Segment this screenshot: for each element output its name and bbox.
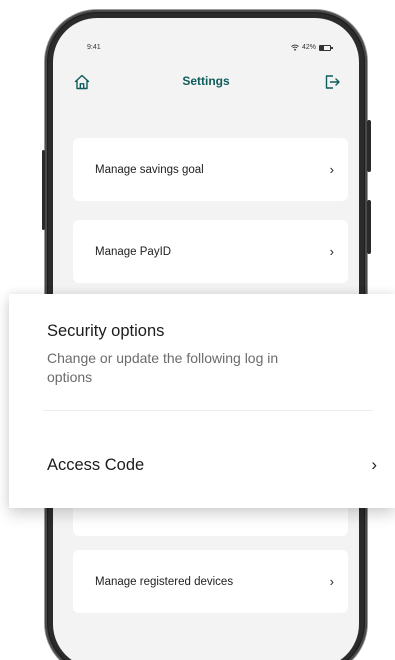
phone-volume-button	[367, 200, 371, 254]
battery-percent: 42%	[301, 44, 316, 51]
security-panel-title: Security options	[47, 322, 165, 340]
status-time: 9:41	[87, 44, 101, 51]
chevron-right-icon: ›	[329, 162, 334, 177]
chevron-right-icon: ›	[329, 574, 334, 589]
settings-item-payid[interactable]: Manage PayID ›	[73, 220, 348, 283]
security-options-panel: Security options Change or update the fo…	[9, 294, 395, 508]
access-code-label: Access Code	[47, 455, 145, 474]
settings-item-label: Manage registered devices	[95, 575, 234, 588]
divider	[43, 410, 373, 411]
status-indicators: 42%	[291, 44, 333, 51]
status-bar: 9:41 42%	[53, 44, 359, 58]
settings-item-registered-devices[interactable]: Manage registered devices ›	[73, 550, 348, 613]
wifi-icon	[291, 44, 299, 51]
settings-item-savings-goal[interactable]: Manage savings goal ›	[73, 138, 348, 201]
battery-icon	[319, 44, 333, 51]
app-header: Settings	[53, 70, 359, 94]
phone-power-button	[367, 120, 371, 172]
settings-item-label: Manage savings goal	[95, 163, 204, 176]
chevron-right-icon: ›	[371, 455, 377, 474]
chevron-right-icon: ›	[329, 244, 334, 259]
logout-icon[interactable]	[323, 73, 341, 91]
access-code-option[interactable]: Access Code ›	[47, 454, 377, 476]
security-panel-subtitle: Change or update the following log in op…	[47, 350, 279, 385]
phone-side-button	[42, 150, 45, 230]
settings-item-label: Manage PayID	[95, 245, 172, 258]
page-title: Settings	[182, 74, 230, 88]
